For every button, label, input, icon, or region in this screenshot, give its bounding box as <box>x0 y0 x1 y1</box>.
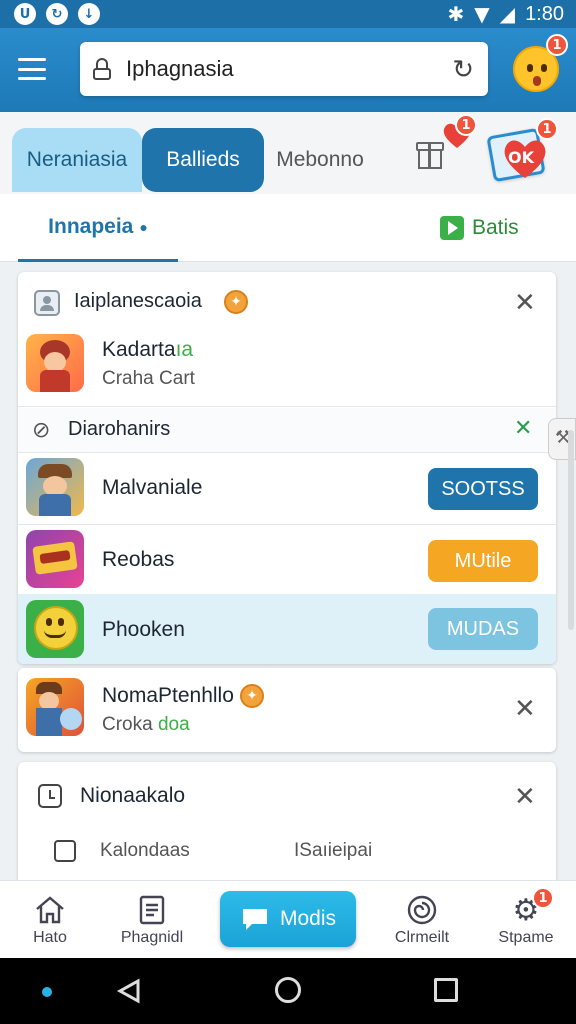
active-dot-icon: ● <box>139 218 148 235</box>
card-c-option-2: ISaıieipai <box>294 840 373 861</box>
list-item-selected[interactable]: Phooken MUDAS <box>18 594 556 664</box>
nav-modis-label: Modis <box>279 907 337 930</box>
action-button[interactable]: MUDAS <box>428 608 538 650</box>
featured-row[interactable]: Kadartaıa Craha Cart <box>18 330 556 406</box>
signal-icon: ◢ <box>499 2 516 26</box>
avatar-badge: 1 <box>546 34 568 56</box>
featured-title: Kadartaıa <box>102 338 194 361</box>
scrollbar[interactable] <box>568 430 574 630</box>
close-icon[interactable]: ✕ <box>514 782 536 812</box>
status-bar: U ↻ ↓ ✱ ▼ ◢ 1:80 <box>0 0 576 28</box>
recents-icon[interactable] <box>434 978 458 1002</box>
back-icon[interactable] <box>116 978 142 1004</box>
nav-phagnidl-label: Phagnidl <box>120 929 184 946</box>
home-icon <box>36 896 64 924</box>
search-input[interactable]: Iphagnasia ↻ <box>80 42 488 96</box>
item-name: Malvaniale <box>102 476 203 499</box>
featured-subtitle: Craha Cart <box>102 368 195 389</box>
nav-phagnidl[interactable]: Phagnidl <box>102 893 202 947</box>
card-b-subtitle: Croka doa <box>102 714 190 735</box>
card-header: Iaiplanescaoia ✦ ✕ <box>18 272 556 332</box>
tab-batis[interactable]: Batis <box>440 194 519 262</box>
sticker-text: OK <box>508 148 534 167</box>
search-value: Iphagnasia <box>126 56 234 81</box>
clock-icon <box>38 784 62 808</box>
tab-bar: Innapeia ● Batis <box>0 194 576 262</box>
action-button[interactable]: MUtile <box>428 540 538 582</box>
system-nav-bar <box>0 958 576 1024</box>
chat-icon <box>242 909 267 930</box>
sync-icon: ↻ <box>46 3 68 25</box>
settings-badge: 1 <box>532 887 554 909</box>
heart-badge: 1 <box>455 114 477 136</box>
game-icon-nomaptenhllo <box>26 678 84 736</box>
list-item[interactable]: Reobas MUtile <box>18 526 556 596</box>
avatar-eye <box>527 64 533 72</box>
divider <box>18 452 556 453</box>
checkbox[interactable] <box>54 840 76 862</box>
action-button[interactable]: SOOTSS <box>428 468 538 510</box>
dismiss-icon[interactable]: ✕ <box>514 416 532 441</box>
chip-neraniasia[interactable]: Neraniasia <box>12 128 142 192</box>
nav-modis[interactable]: Modis <box>220 891 356 947</box>
card-c-option-1: Kalondaas <box>100 840 190 861</box>
u-badge-icon: U <box>14 3 36 25</box>
nav-stpame-label: Stpame <box>498 929 554 946</box>
divider <box>18 524 556 525</box>
section-header: ⊘ Diarohanirs ✕ <box>18 408 556 452</box>
chip-mebonno[interactable]: Mebonno <box>270 128 370 192</box>
status-time: 1:80 <box>525 2 564 25</box>
user-icon <box>34 290 60 316</box>
lock-icon <box>92 58 112 80</box>
close-icon[interactable]: ✕ <box>514 288 536 318</box>
avatar-eye <box>541 64 547 72</box>
refresh-icon[interactable]: ↻ <box>452 55 474 85</box>
item-name: Reobas <box>102 548 175 571</box>
coin-icon: ✦ <box>240 684 264 708</box>
tab-batis-label: Batis <box>472 216 519 239</box>
nav-clrmeilt-label: Clrmeilt <box>394 929 450 946</box>
tab-innapeia[interactable]: Innapeia ● <box>18 194 178 262</box>
list-item[interactable]: Malvaniale SOOTSS <box>18 454 556 524</box>
section-title: Diarohanirs <box>68 418 171 440</box>
home-button-icon[interactable] <box>275 977 301 1003</box>
card-header-title: Iaiplanescaoia <box>74 290 202 312</box>
game-icon-malvaniale <box>26 458 84 516</box>
notification-card[interactable]: NomaPtenhllo ✦ Croka doa ✕ <box>18 668 556 752</box>
nav-stpame[interactable]: ⚙ Stpame <box>476 893 576 947</box>
settings-card: Nionaakalo ✕ Kalondaas ISaıieipai <box>18 762 556 882</box>
item-name: Phooken <box>102 618 185 641</box>
game-icon-phooken <box>26 600 84 658</box>
tab-innapeia-label: Innapeia <box>48 214 134 238</box>
chip-ballieds[interactable]: Ballieds <box>142 128 264 192</box>
sticker-badge: 1 <box>536 118 558 140</box>
document-icon <box>139 895 165 925</box>
play-icon <box>440 216 464 240</box>
divider <box>18 406 556 407</box>
nav-home[interactable]: Hato <box>0 893 100 947</box>
avatar-mouth <box>533 76 541 86</box>
nav-home-label: Hato <box>33 929 67 946</box>
filter-chip-row: Neraniasia Ballieds Mebonno 1 OK 1 <box>0 112 576 194</box>
close-icon[interactable]: ✕ <box>514 694 536 724</box>
notification-card: Iaiplanescaoia ✦ ✕ Kadartaıa Craha Cart … <box>18 272 556 664</box>
menu-icon[interactable] <box>18 58 46 80</box>
card-c-title: Nionaakalo <box>80 784 186 807</box>
assistant-dot-icon <box>42 987 52 997</box>
bluetooth-icon: ✱ <box>447 2 465 26</box>
app-bar: Iphagnasia ↻ 1 <box>0 28 576 112</box>
card-b-title: NomaPtenhllo <box>102 684 234 707</box>
block-icon: ⊘ <box>32 418 51 443</box>
game-icon-reobas <box>26 530 84 588</box>
wifi-icon: ▼ <box>474 2 490 26</box>
spiral-icon <box>407 895 437 925</box>
bottom-nav: Hato Phagnidl Modis Clrmeilt ⚙ Stpame 1 <box>0 880 576 958</box>
game-icon-kadarta <box>26 334 84 392</box>
coin-icon: ✦ <box>224 290 248 314</box>
nav-clrmeilt[interactable]: Clrmeilt <box>372 893 472 947</box>
download-icon: ↓ <box>78 3 100 25</box>
